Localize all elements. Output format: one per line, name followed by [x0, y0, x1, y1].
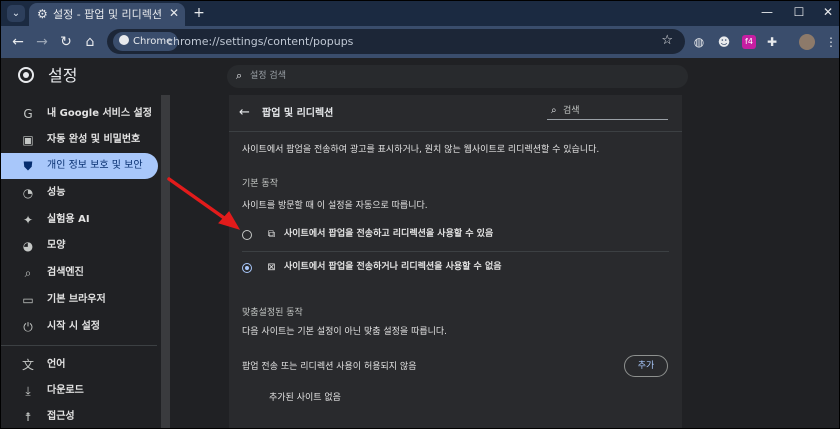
section-subtitle-default: 사이트를 방문할 때 이 설정을 자동으로 따릅니다.	[242, 201, 428, 211]
sidebar-item-appearance[interactable]: ◕ 모양	[1, 233, 158, 259]
divider	[242, 251, 669, 252]
sidebar-item-google-services[interactable]: G 내 Google 서비스 설정	[1, 101, 158, 127]
minimize-icon[interactable]: —	[757, 5, 777, 19]
section-heading-custom: 맞춤설정된 동작	[242, 308, 303, 318]
translate-icon: 文	[21, 358, 34, 372]
address-bar[interactable]: Chrome chrome://settings/content/popups …	[107, 29, 685, 54]
option-label: 사이트에서 팝업을 전송하고 리디렉션을 사용할 수 있음	[284, 229, 494, 239]
settings-search-placeholder: 설정 검색	[250, 71, 286, 81]
sidebar-item-label: 내 Google 서비스 설정	[47, 108, 152, 119]
more-menu-icon[interactable]: ⋮	[823, 34, 839, 50]
sidebar-item-label: 접근성	[47, 411, 75, 422]
sidebar-item-downloads[interactable]: ⤓ 다운로드	[1, 378, 158, 404]
forward-arrow-icon[interactable]: →	[33, 33, 51, 51]
home-icon[interactable]: ⌂	[81, 33, 99, 51]
popups-settings-panel: ← 팝업 및 리디렉션 ⌕ 검색 사이트에서 팝업을 전송하여 광고를 표시하거…	[229, 95, 682, 428]
option-label: 사이트에서 팝업을 전송하거나 리디렉션을 사용할 수 없음	[284, 262, 502, 272]
sidebar-item-label: 개인 정보 보호 및 보안	[47, 160, 143, 171]
search-icon: ⌕	[236, 69, 243, 82]
sidebar-item-privacy-security[interactable]: ⛊ 개인 정보 보호 및 보안	[1, 153, 158, 179]
tab-strip: ⌄ ⚙ 설정 - 팝업 및 리디렉션 ✕ + — ☐ ✕	[1, 1, 839, 26]
sidebar-item-label: 검색엔진	[47, 267, 84, 278]
gear-icon: ⚙	[37, 7, 48, 21]
sidebar-item-accessibility[interactable]: ☨ 접근성	[1, 404, 158, 428]
sidebar-item-label: 성능	[47, 187, 66, 198]
back-arrow-icon[interactable]: ←	[239, 105, 250, 121]
page-title: 설정	[48, 66, 78, 85]
extension-badge[interactable]: f4	[742, 35, 756, 49]
section-subtitle-custom: 다음 사이트는 기본 설정이 아닌 맞춤 설정을 따릅니다.	[242, 327, 448, 337]
incognito-icon[interactable]: ☻	[716, 34, 732, 50]
radio-block-popups[interactable]	[242, 263, 252, 273]
sparkle-icon: ✦	[22, 213, 34, 227]
url-text[interactable]: chrome://settings/content/popups	[167, 34, 353, 49]
browser-toolbar: ← → ↻ ⌂ Chrome chrome://settings/content…	[1, 26, 839, 58]
bookmark-star-icon[interactable]: ☆	[661, 33, 673, 49]
sidebar-item-label: 모양	[47, 240, 66, 251]
download-icon: ⤓	[25, 384, 31, 398]
sidebar-scrollbar[interactable]	[161, 95, 170, 428]
globe-icon[interactable]: ◍	[691, 34, 707, 50]
new-tab-button[interactable]: +	[191, 5, 207, 21]
sidebar-item-label: 기본 브라우저	[47, 294, 106, 305]
sidebar-item-label: 다운로드	[47, 385, 84, 396]
blocked-sites-label: 팝업 전송 또는 리디렉션 사용이 허용되지 않음	[242, 362, 417, 372]
sidebar-item-on-startup[interactable]: ⏻ 시작 시 설정	[1, 314, 158, 340]
settings-search-input[interactable]: ⌕ 설정 검색	[227, 65, 688, 88]
search-icon: ⌕	[24, 266, 32, 280]
palette-icon: ◕	[22, 239, 34, 253]
puzzle-icon[interactable]: ✚	[764, 34, 780, 50]
annotation-arrow-icon	[167, 177, 241, 230]
power-icon: ⏻	[23, 320, 33, 334]
tab-settings[interactable]: ⚙ 설정 - 팝업 및 리디렉션 ✕	[29, 3, 185, 26]
window-close-icon[interactable]: ✕	[818, 5, 838, 19]
section-heading-default: 기본 동작	[242, 179, 278, 189]
panel-search-input[interactable]: ⌕ 검색	[547, 105, 668, 120]
sidebar-item-search-engine[interactable]: ⌕ 검색엔진	[1, 260, 158, 286]
sidebar-item-languages[interactable]: 文 언어	[1, 352, 158, 378]
sidebar-item-autofill[interactable]: ▣ 자동 완성 및 비밀번호	[1, 127, 158, 153]
accessibility-icon: ☨	[24, 410, 32, 424]
description-text: 사이트에서 팝업을 전송하여 광고를 표시하거나, 원치 않는 웹사이트로 리디…	[242, 145, 600, 155]
chrome-logo-icon	[119, 35, 129, 45]
reload-icon[interactable]: ↻	[57, 33, 75, 51]
search-icon: ⌕	[551, 105, 557, 116]
speedometer-icon: ◔	[22, 186, 34, 200]
back-arrow-icon[interactable]: ←	[9, 33, 27, 51]
empty-list-text: 추가된 사이트 없음	[269, 393, 341, 403]
sidebar-divider	[1, 345, 157, 346]
avatar[interactable]	[799, 34, 815, 50]
chrome-settings-logo-icon	[18, 67, 34, 83]
open-in-new-icon: ⧉	[267, 229, 276, 240]
close-icon[interactable]: ✕	[169, 6, 179, 20]
tab-title: 설정 - 팝업 및 리디렉션	[53, 8, 163, 21]
browser-window-icon: ▭	[22, 293, 34, 307]
sidebar-item-experimental-ai[interactable]: ✦ 실험용 AI	[1, 207, 158, 233]
tab-search-icon[interactable]: ⌄	[7, 5, 25, 22]
clipboard-icon: ▣	[22, 133, 34, 147]
shield-icon: ⛊	[23, 159, 33, 173]
add-site-button[interactable]: 추가	[624, 355, 668, 377]
panel-title: 팝업 및 리디렉션	[262, 108, 334, 119]
panel-search-placeholder: 검색	[563, 106, 580, 116]
sidebar-item-label: 자동 완성 및 비밀번호	[47, 134, 141, 145]
blocked-popup-icon: ⊠	[267, 262, 276, 273]
sidebar-item-performance[interactable]: ◔ 성능	[1, 180, 158, 206]
sidebar-item-label: 실험용 AI	[47, 214, 90, 225]
browser-window: ⌄ ⚙ 설정 - 팝업 및 리디렉션 ✕ + — ☐ ✕ ← → ↻ ⌂ Chr…	[0, 0, 840, 429]
sidebar-item-label: 언어	[47, 359, 66, 370]
sidebar-item-label: 시작 시 설정	[47, 321, 100, 332]
settings-sidebar: G 내 Google 서비스 설정 ▣ 자동 완성 및 비밀번호 ⛊ 개인 정보…	[1, 95, 161, 428]
sidebar-item-default-browser[interactable]: ▭ 기본 브라우저	[1, 287, 158, 313]
google-g-icon: G	[23, 107, 33, 121]
divider	[229, 131, 682, 132]
page-scrollbar[interactable]	[831, 95, 839, 428]
maximize-icon[interactable]: ☐	[789, 5, 809, 19]
